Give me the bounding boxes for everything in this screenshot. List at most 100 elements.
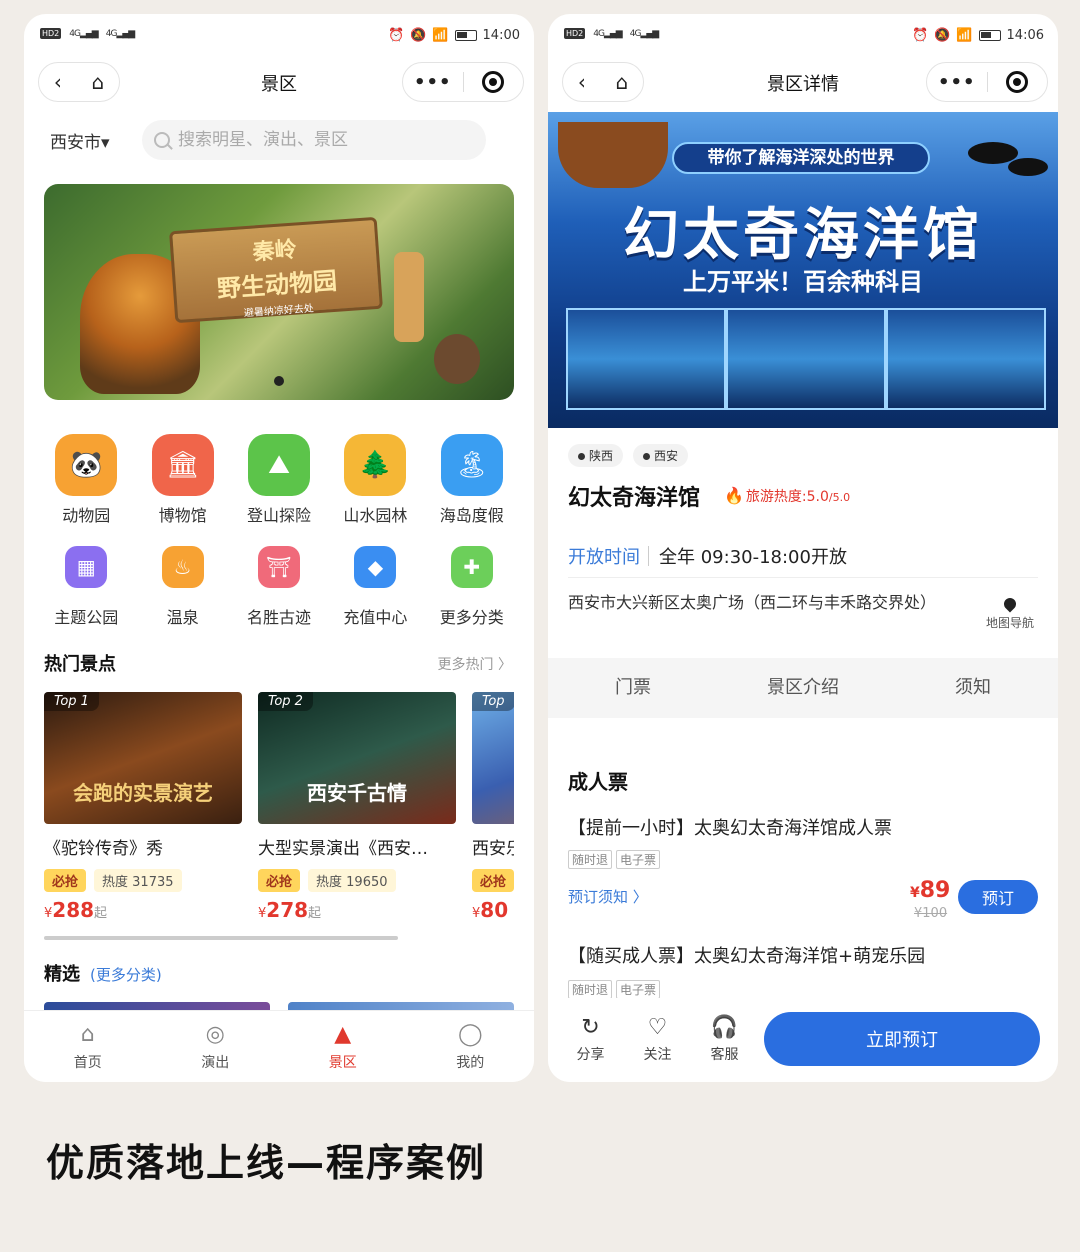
mute-icon: 🔕 [410,28,427,43]
spot-name: 幻太奇海洋馆 [568,486,701,511]
tab-show[interactable]: ◎ 演出 [152,1011,280,1082]
hot-card-name: 西安乐 [472,839,514,859]
battery-icon [978,30,1001,41]
book-ticket-button[interactable]: 预订 [958,880,1038,914]
hot-card-image: Top 2 西安千古情 [258,692,456,824]
customer-service-button[interactable]: 🎧 客服 [692,1016,757,1064]
status-time: 14:06 [1006,28,1044,43]
ticket-section-title: 成人票 [568,770,628,794]
book-now-button[interactable]: 立即预订 [764,1012,1040,1066]
share-button[interactable]: ↻ 分享 [558,1016,623,1064]
hot-carousel[interactable]: Top 1 会跑的实景演艺 《驼铃传奇》秀 必抢 热度 31735 ¥288起 T… [44,692,514,932]
aquarium-photo [566,308,726,410]
more-icon[interactable]: ••• [403,72,463,93]
open-hours-row: 开放时间 全年 09:30-18:00开放 [568,534,1038,578]
tab-scenic[interactable]: ▲ 景区 [279,1011,407,1082]
category-landscape[interactable]: 🌲 山水园林 [327,434,423,526]
home-icon[interactable]: ⌂ [91,70,104,94]
target-icon [482,71,505,93]
banner-sign: 秦岭 野生动物园 避暑纳凉好去处 [169,216,383,324]
category-museum[interactable]: 🏛 博物馆 [134,434,230,526]
location-tag: 陕西 [568,444,624,467]
hot-card[interactable]: Top 西安乐 必抢 ¥80 [472,692,514,922]
signal-icon: 4G▂▄▆ [593,28,622,39]
ticket-original-price: ¥100 [914,906,948,921]
carousel-dot[interactable] [274,376,284,386]
hot-card-price: ¥288起 [44,898,108,922]
hd-badge: HD2 [564,28,586,39]
tab-mine[interactable]: ◯ 我的 [407,1011,535,1082]
action-bar: ↻ 分享 ♡ 关注 🎧 客服 立即预订 [548,998,1058,1082]
hot-section-title: 热门景点 [44,654,116,675]
booking-notice-link[interactable]: 预订须知 〉 [568,886,648,907]
category-recharge[interactable]: ◆ 充值中心 [327,536,423,628]
tab-home[interactable]: ⌂ 首页 [24,1011,152,1082]
back-icon[interactable]: ‹ [54,70,62,94]
hot-scroll-indicator [44,936,398,940]
address: 西安市大兴新区太奥广场（西二环与丰禾路交界处） [568,593,937,612]
ticket-title[interactable]: 【随买成人票】太奥幻太奇海洋馆+萌宠乐园 [568,942,925,968]
flame-icon: 🔥 [724,486,744,505]
panda-icon: 🐼 [55,434,118,496]
carousel-dots[interactable] [44,376,514,386]
search-bar[interactable] [142,120,486,160]
home-icon[interactable]: ⌂ [615,70,628,94]
location-tag: 西安 [633,444,689,467]
forest-icon: 🌲 [344,434,407,496]
nav-bar: ‹ ⌂ 景区 ••• [24,62,534,104]
category-hotspring[interactable]: ♨ 温泉 [134,536,230,628]
category-zoo[interactable]: 🐼 动物园 [38,434,134,526]
more-category-icon: ✚ [450,546,493,588]
monument-icon: ⛩ [257,546,300,588]
category-climbing[interactable]: ⛰ 登山探险 [231,434,327,526]
pick-more-link[interactable]: (更多分类) [90,964,162,985]
hot-card-price: ¥278起 [258,898,322,922]
hot-card[interactable]: Top 1 会跑的实景演艺 《驼铃传奇》秀 必抢 热度 31735 ¥288起 [44,692,242,922]
close-miniprogram-button[interactable] [464,71,524,93]
hot-card-name: 《驼铃传奇》秀 [44,839,163,859]
giraffe-image [394,252,424,342]
aquarium-photo [886,308,1046,410]
battery-icon [454,30,477,41]
category-island[interactable]: 🏝 海岛度假 [424,434,520,526]
city-selector[interactable]: 西安市▾ [50,128,110,153]
back-icon[interactable]: ‹ [578,70,586,94]
category-monument[interactable]: ⛩ 名胜古迹 [231,536,327,628]
share-icon: ↻ [581,1015,600,1040]
hot-more-link[interactable]: 更多热门 〉 [438,654,512,674]
nav-pill: ‹ ⌂ [562,62,644,102]
orca-image [968,142,1018,164]
open-hours-value: 全年 09:30-18:00开放 [659,546,847,568]
category-theme-park[interactable]: ▦ 主题公园 [38,536,134,628]
tab-tickets[interactable]: 门票 [548,658,718,718]
wifi-icon: 📶 [432,28,449,43]
open-hours-label: 开放时间 [568,546,640,568]
close-miniprogram-button[interactable] [988,71,1048,93]
promo-banner[interactable]: 秦岭 野生动物园 避暑纳凉好去处 [44,184,514,400]
category-more[interactable]: ✚ 更多分类 [424,536,520,628]
pick-section-title: 精选 [44,964,80,985]
show-icon: ◎ [205,1021,225,1047]
miniprogram-capsule: ••• [402,62,524,102]
hot-card-price: ¥80 [472,898,509,922]
ticket-title[interactable]: 【提前一小时】太奥幻太奇海洋馆成人票 [568,814,892,840]
home-icon: ⌂ [80,1021,95,1047]
hot-card[interactable]: Top 2 西安千古情 大型实景演出《西安… 必抢 热度 19650 ¥278起 [258,692,456,922]
status-bar: HD2 4G▂▄▆ 4G▂▄▆ ⏰ 🔕 📶 14:00 [24,14,534,60]
orca-image [1008,158,1048,176]
search-input[interactable] [178,130,458,150]
signal-icon: 4G▂▄▆ [105,28,135,39]
tab-notice[interactable]: 须知 [888,658,1058,718]
location-pin-icon [1001,595,1019,613]
more-icon[interactable]: ••• [927,72,987,93]
aquarium-photo [726,308,886,410]
follow-button[interactable]: ♡ 关注 [625,1016,690,1064]
map-navigation-button[interactable]: 地图导航 [986,595,1034,631]
pin-icon [578,453,585,460]
tab-introduction[interactable]: 景区介绍 [718,658,888,718]
heart-icon: ♡ [647,1015,668,1040]
museum-icon: 🏛 [151,434,214,496]
hot-card-image: Top [472,692,514,824]
grab-badge: 必抢 [258,869,301,892]
hero-ribbon: 带你了解海洋深处的世界 [672,142,930,174]
